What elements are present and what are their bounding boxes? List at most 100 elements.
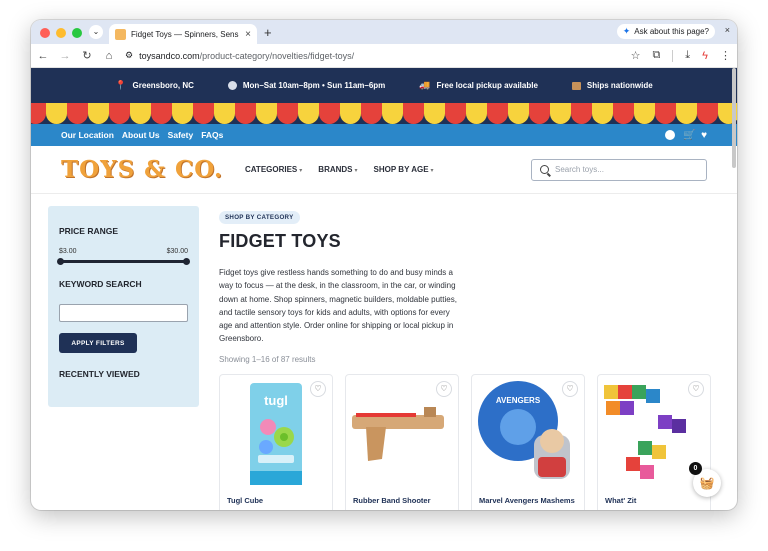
product-name[interactable]: What' Zit xyxy=(598,495,643,506)
account-icon[interactable] xyxy=(665,129,676,140)
chevron-down-icon: ▾ xyxy=(354,168,358,174)
nav-link-our-location[interactable]: Our Location xyxy=(61,130,114,140)
close-panel-icon[interactable]: × xyxy=(725,25,730,35)
awning-scallop xyxy=(571,103,592,124)
reload-icon[interactable]: ↻ xyxy=(81,49,93,62)
apply-filters-button[interactable]: APPLY FILTERS xyxy=(59,333,137,353)
nav-categories-label: CATEGORIES xyxy=(244,165,298,174)
product-card[interactable]: tugl ♡ Tugl Cube xyxy=(219,373,333,510)
page-scrollbar[interactable] xyxy=(732,68,736,168)
search-icon xyxy=(540,165,549,174)
site-info-icon[interactable]: ⚙ xyxy=(125,50,133,61)
home-icon[interactable]: ⌂ xyxy=(103,50,115,62)
truck-icon: 🚚 xyxy=(419,80,431,90)
sparkle-icon: ✦ xyxy=(622,26,631,36)
nav-link-faqs[interactable]: FAQs xyxy=(201,130,223,140)
new-tab-button[interactable]: + xyxy=(264,25,272,40)
browser-window: ⌄ Fidget Toys — Spinners, Sens × + ✦ Ask… xyxy=(31,20,737,510)
awning-scallop xyxy=(130,103,151,124)
tab-search-chevron-icon[interactable]: ⌄ xyxy=(89,25,103,39)
site-logo[interactable]: TOYS & CO. xyxy=(61,156,223,183)
page-title: FIDGET TOYS xyxy=(219,231,341,251)
menu-kebab-icon[interactable]: ⋮ xyxy=(720,49,731,62)
category-description: Fidget toys give restless hands somethin… xyxy=(219,268,457,344)
product-image[interactable]: tugl ♡ xyxy=(220,375,332,490)
active-tab[interactable]: Fidget Toys — Spinners, Sens × xyxy=(109,24,257,44)
product-name[interactable]: Marvel Avengers Mashems xyxy=(472,495,582,506)
pickup-info: 🚚 Free local pickup available xyxy=(419,80,538,91)
shipping-text: Ships nationwide xyxy=(586,81,653,90)
wishlist-heart-icon[interactable]: ♡ xyxy=(688,380,704,397)
tab-close-icon[interactable]: × xyxy=(245,29,251,40)
tugl-package-text: tugl xyxy=(264,393,288,408)
awning-scallop xyxy=(445,103,466,124)
price-max: $30.00 xyxy=(166,248,188,255)
price-slider-min-handle[interactable] xyxy=(57,258,64,265)
page-content: PRICE RANGE $3.00 $30.00 KEYWORD SEARCH … xyxy=(31,194,737,510)
wishlist-heart-icon[interactable]: ♡ xyxy=(562,380,578,397)
awning-scallop xyxy=(403,103,424,124)
awning-scallop xyxy=(31,103,46,124)
awning-scallop xyxy=(214,103,235,124)
nav-shop-by-age-label: SHOP BY AGE xyxy=(373,165,429,174)
window-controls xyxy=(40,28,82,38)
awning-scallop xyxy=(361,103,382,124)
product-name[interactable]: Tugl Cube xyxy=(220,495,270,506)
awning-scallop xyxy=(508,103,529,124)
price-range-labels: $3.00 $30.00 xyxy=(59,248,188,255)
nav-link-about-us[interactable]: About Us xyxy=(122,130,160,140)
chevron-down-icon: ▾ xyxy=(430,168,434,174)
awning-scallop xyxy=(298,103,319,124)
map-pin-icon: 📍 xyxy=(115,80,127,90)
recently-viewed-heading: RECENTLY VIEWED xyxy=(59,369,140,379)
download-icon[interactable]: ⤓ xyxy=(685,49,690,62)
nav-link-safety[interactable]: Safety xyxy=(168,130,194,140)
nav-brands[interactable]: BRANDS ▾ xyxy=(318,165,357,174)
product-card[interactable]: ♡ Rubber Band Shooter xyxy=(345,373,459,510)
avengers-package-text: AVENGERS xyxy=(496,396,541,405)
category-pill[interactable]: SHOP BY CATEGORY xyxy=(219,211,300,224)
price-slider[interactable] xyxy=(57,258,190,265)
product-name[interactable]: Rubber Band Shooter xyxy=(346,495,438,506)
product-image[interactable]: AVENGERS ♡ xyxy=(472,375,584,490)
tab-strip: ⌄ Fidget Toys — Spinners, Sens × + ✦ Ask… xyxy=(31,20,737,44)
back-arrow-icon[interactable]: ← xyxy=(37,50,49,62)
awning-scallop xyxy=(487,103,508,124)
price-slider-max-handle[interactable] xyxy=(183,258,190,265)
wishlist-heart-icon[interactable]: ♡ xyxy=(310,380,326,397)
cart-count-badge: 0 xyxy=(689,462,702,475)
bookmark-star-icon[interactable]: ☆ xyxy=(631,49,641,62)
result-count: Showing 1–16 of 87 results xyxy=(219,354,316,364)
close-window-button[interactable] xyxy=(40,28,50,38)
site-favicon-icon xyxy=(115,28,126,40)
awning-scallop xyxy=(277,103,298,124)
account-icons: 🛒 ♥ xyxy=(665,129,707,141)
keyword-search-input[interactable] xyxy=(59,304,188,322)
tab-title: Fidget Toys — Spinners, Sens xyxy=(131,29,239,39)
awning-scallop xyxy=(46,103,67,124)
floating-cart-button[interactable]: 🧺 0 xyxy=(689,462,721,497)
minimize-window-button[interactable] xyxy=(56,28,66,38)
wishlist-heart-icon[interactable]: ♡ xyxy=(436,380,452,397)
awning-scallop xyxy=(151,103,172,124)
forward-arrow-icon[interactable]: → xyxy=(59,50,71,62)
address-bar[interactable]: ⚙ toysandco.com/product-category/novelti… xyxy=(125,50,621,61)
cart-icon[interactable]: 🛒 xyxy=(683,130,695,141)
extensions-icon[interactable]: ⧉ xyxy=(652,49,660,62)
awning-scallop xyxy=(466,103,487,124)
nav-shop-by-age[interactable]: SHOP BY AGE ▾ xyxy=(374,165,434,174)
product-grid: tugl ♡ Tugl Cube ♡ Rubber Band Shooter A… xyxy=(219,373,720,510)
awning-scallop xyxy=(550,103,571,124)
awning-scallop xyxy=(193,103,214,124)
ask-about-page-button[interactable]: ✦ Ask about this page? xyxy=(616,24,715,39)
hours-info: Mon–Sat 10am–8pm • Sun 11am–6pm xyxy=(227,81,385,90)
maximize-window-button[interactable] xyxy=(72,28,82,38)
wishlist-heart-icon[interactable]: ♥ xyxy=(701,130,707,141)
product-image[interactable]: ♡ xyxy=(346,375,458,490)
search-input[interactable]: Search toys... xyxy=(531,158,707,181)
extension-bolt-icon[interactable]: ϟ xyxy=(702,50,708,62)
product-card[interactable]: AVENGERS ♡ Marvel Avengers Mashems xyxy=(471,373,585,510)
nav-categories[interactable]: CATEGORIES ▾ xyxy=(245,165,302,174)
ask-label: Ask about this page? xyxy=(634,27,709,36)
search-placeholder: Search toys... xyxy=(555,165,604,174)
